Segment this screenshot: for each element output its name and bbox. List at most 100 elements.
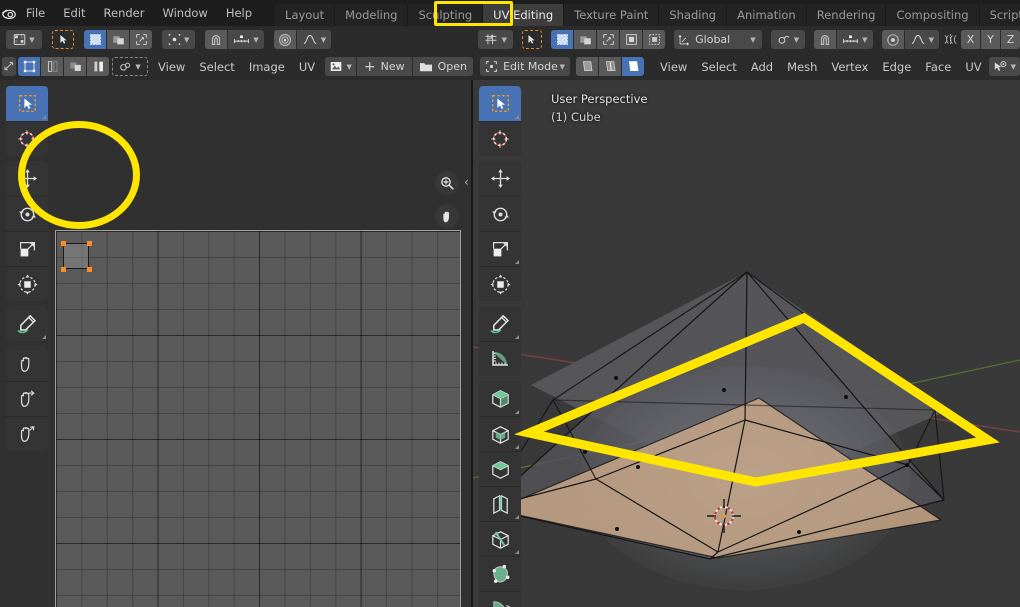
vp-menu-select[interactable]: Select (694, 57, 743, 76)
pivot-point-dropdown[interactable]: ▼ (770, 30, 806, 49)
select-extend-icon[interactable] (574, 30, 597, 49)
vp-menu-face[interactable]: Face (918, 57, 958, 76)
mirror-z-button[interactable]: Z (1001, 30, 1020, 49)
vp-tool-bevel[interactable] (479, 486, 521, 521)
image-datablock-icon[interactable]: ▼ (325, 57, 356, 76)
vp-tool-annotate[interactable] (479, 306, 521, 341)
uv-menu-select[interactable]: Select (192, 57, 241, 76)
mirror-y-button[interactable]: Y (981, 30, 1000, 49)
uv-tool-rotate[interactable] (6, 196, 48, 231)
pan-gizmo[interactable] (435, 204, 459, 228)
zoom-gizmo[interactable] (435, 171, 459, 195)
uv-vertex-tl[interactable] (61, 241, 66, 246)
select-invert-icon[interactable] (620, 30, 643, 49)
show-gizmo-icon[interactable]: ▼ (988, 57, 1020, 76)
falloff-smooth-icon[interactable]: ▼ (904, 30, 939, 49)
select-box-icon[interactable] (551, 30, 574, 49)
edge-select-icon[interactable] (599, 57, 622, 76)
uv-vertex-bl[interactable] (61, 267, 66, 272)
vp-tool-scale[interactable] (479, 231, 521, 266)
workspace-tab-layout[interactable]: Layout (275, 4, 336, 26)
menu-edit[interactable]: Edit (54, 0, 94, 26)
face-select-icon[interactable] (622, 57, 645, 76)
active-tool-indicator[interactable] (52, 30, 74, 49)
vp-tool-inset-faces[interactable] (479, 451, 521, 486)
vp-tool-spin[interactable] (479, 591, 521, 607)
vp-menu-uv[interactable]: UV (958, 57, 988, 76)
uv-tool-cursor[interactable] (6, 121, 48, 156)
blender-logo-icon[interactable] (0, 0, 17, 26)
uv-tool-annotate[interactable] (6, 306, 48, 341)
vp-tool-measure[interactable] (479, 341, 521, 376)
select-circle2-icon[interactable] (643, 30, 666, 49)
snap-increment-icon[interactable]: ▼ (837, 30, 873, 49)
vp-menu-view[interactable]: View (653, 57, 694, 76)
uv-tool-tweak[interactable] (6, 86, 48, 121)
workspace-tab-uv-editing[interactable]: UV Editing (483, 4, 565, 26)
proportional-edit-icon[interactable] (273, 30, 296, 49)
active-tool-indicator[interactable] (521, 30, 543, 49)
uv-menu-image[interactable]: Image (242, 57, 292, 76)
workspace-tab-animation[interactable]: Animation (727, 4, 807, 26)
sidebar-toggle-icon[interactable]: ‹ (464, 175, 469, 189)
vp-tool-tweak[interactable] (479, 86, 521, 121)
vp-menu-vertex[interactable]: Vertex (824, 57, 875, 76)
select-box-icon[interactable] (84, 30, 106, 49)
snap-magnet-icon[interactable] (814, 30, 837, 49)
mirror-x-button[interactable]: X (961, 30, 980, 49)
uv-grid[interactable] (55, 230, 461, 607)
uv-tool-scale[interactable] (6, 231, 48, 266)
vp-tool-move[interactable] (479, 161, 521, 196)
uv-face-island[interactable] (63, 243, 89, 269)
viewport-3d-area[interactable]: User Perspective (1) Cube (473, 80, 1020, 607)
snap-magnet-icon[interactable] (205, 30, 228, 49)
uv-face-select-icon[interactable] (64, 57, 86, 76)
vp-tool-poly-build[interactable] (479, 556, 521, 591)
uv-tool-pinch[interactable] (6, 416, 48, 451)
vp-menu-mesh[interactable]: Mesh (780, 57, 824, 76)
vp-tool-add-cube[interactable] (479, 381, 521, 416)
workspace-tab-compositing[interactable]: Compositing (886, 4, 980, 26)
uv-sync-selection-icon[interactable] (2, 57, 16, 76)
new-image-button[interactable]: + New (356, 57, 412, 76)
open-image-button[interactable]: Open (412, 57, 473, 76)
menu-render[interactable]: Render (95, 0, 154, 26)
uv-menu-view[interactable]: View (151, 57, 192, 76)
proportional-edit-icon[interactable] (881, 30, 904, 49)
vp-menu-add[interactable]: Add (744, 57, 780, 76)
mode-dropdown[interactable]: Edit Mode ▼ (480, 57, 570, 76)
uv-menu-uv[interactable]: UV (292, 57, 322, 76)
vp-tool-rotate[interactable] (479, 196, 521, 231)
transform-orientation-dropdown[interactable]: Global ▼ (674, 30, 762, 49)
menu-window[interactable]: Window (153, 0, 216, 26)
uv-vertex-select-icon[interactable] (18, 57, 40, 76)
vertex-select-icon[interactable] (576, 57, 599, 76)
uv-island-select-icon[interactable] (87, 57, 109, 76)
uv-vertex-tr[interactable] (87, 241, 92, 246)
workspace-tab-rendering[interactable]: Rendering (806, 4, 887, 26)
workspace-tab-modeling[interactable]: Modeling (335, 4, 409, 26)
workspace-tab-shading[interactable]: Shading (659, 4, 728, 26)
select-subtract-icon[interactable] (597, 30, 620, 49)
uv-edge-select-icon[interactable] (41, 57, 63, 76)
select-lasso-icon[interactable] (130, 30, 152, 49)
view3d-editor-type-button[interactable]: ▼ (478, 30, 513, 49)
uv-tool-relax[interactable] (6, 381, 48, 416)
workspace-tab-scripting[interactable]: Scripting (979, 4, 1020, 26)
vp-tool-transform[interactable] (479, 266, 521, 301)
uv-vertex-br[interactable] (87, 267, 92, 272)
menu-help[interactable]: Help (217, 0, 261, 26)
uv-editor-type-button[interactable]: ▼ (6, 30, 42, 49)
vp-menu-edge[interactable]: Edge (875, 57, 918, 76)
vp-tool-extrude-region[interactable] (479, 416, 521, 451)
vp-tool-cursor[interactable] (479, 121, 521, 156)
workspace-tab-sculpting[interactable]: Sculpting (408, 4, 484, 26)
snap-increment-icon[interactable]: ▼ (228, 30, 264, 49)
viewport-scene[interactable] (473, 80, 1020, 607)
menu-file[interactable]: File (17, 0, 54, 26)
workspace-tab-texture-paint[interactable]: Texture Paint (564, 4, 660, 26)
falloff-smooth-icon[interactable]: ▼ (296, 30, 332, 49)
uv-tool-transform[interactable] (6, 266, 48, 301)
uv-tool-grab[interactable] (6, 346, 48, 381)
uv-tool-move[interactable] (6, 161, 48, 196)
